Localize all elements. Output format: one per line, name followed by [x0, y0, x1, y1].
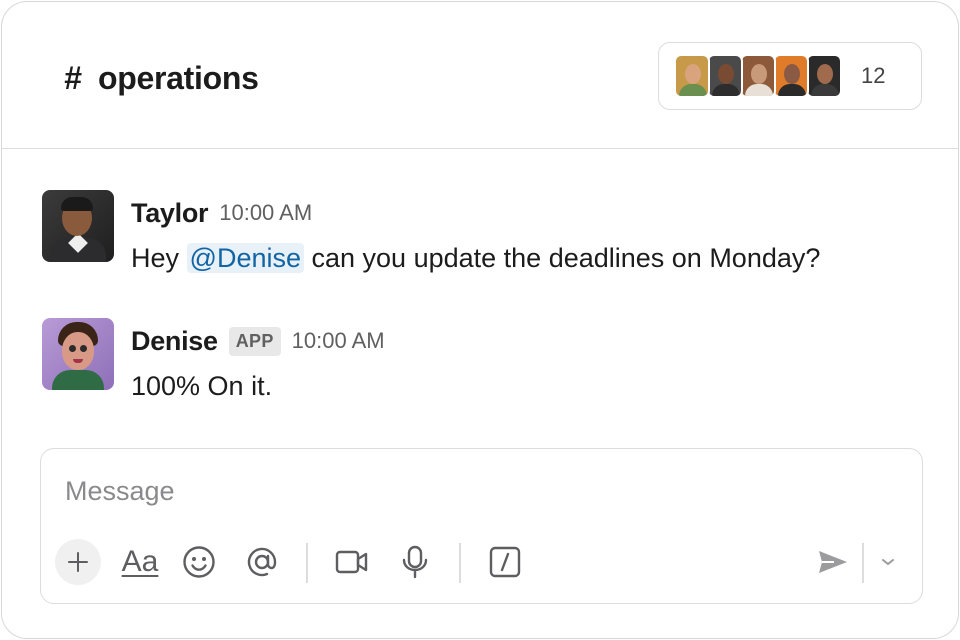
plus-icon[interactable]: [55, 539, 101, 585]
toolbar-divider: [862, 543, 864, 583]
toolbar-divider: [459, 543, 461, 583]
message-header: Taylor 10:00 AM: [131, 196, 312, 230]
user-mention[interactable]: @Denise: [186, 243, 304, 273]
emoji-icon[interactable]: [176, 539, 222, 585]
member-avatar: [740, 54, 776, 98]
shortcuts-slash-icon[interactable]: [482, 539, 528, 585]
message-composer: Aa: [40, 448, 923, 604]
message-text-after: can you update the deadlines on Monday?: [304, 243, 821, 273]
message-item: Taylor 10:00 AM Hey @Denise can you upda…: [42, 190, 922, 280]
member-avatar: [674, 54, 710, 98]
members-button[interactable]: 12: [658, 42, 922, 110]
member-avatar: [806, 54, 842, 98]
app-badge: APP: [228, 326, 281, 356]
channel-hash-icon: #: [64, 59, 82, 96]
message-author[interactable]: Denise: [131, 326, 218, 357]
message-header: Denise APP 10:00 AM: [131, 324, 385, 358]
message-text: Hey @Denise can you update the deadlines…: [131, 240, 820, 276]
channel-title[interactable]: # operations: [60, 56, 259, 100]
member-avatar: [707, 54, 743, 98]
video-icon[interactable]: [329, 539, 375, 585]
message-input[interactable]: [65, 471, 885, 511]
message-timestamp[interactable]: 10:00 AM: [292, 328, 385, 354]
mention-icon[interactable]: [239, 539, 285, 585]
channel-window: # operations 12 Taylor 10:00 AM Hey @Den…: [1, 1, 959, 639]
message-text: 100% On it.: [131, 371, 273, 401]
composer-toolbar: Aa: [53, 539, 913, 585]
message-text-before: Hey: [131, 243, 187, 273]
send-icon[interactable]: [810, 539, 856, 585]
member-count: 12: [861, 63, 886, 88]
formatting-button[interactable]: Aa: [117, 539, 163, 585]
channel-header: # operations 12: [2, 2, 958, 149]
chevron-down-icon[interactable]: [865, 539, 911, 585]
avatar-denise[interactable]: [42, 318, 114, 390]
channel-name: operations: [98, 59, 259, 96]
message-item: Denise APP 10:00 AM 100% On it.: [42, 318, 922, 408]
member-avatar: [773, 54, 809, 98]
avatar-taylor[interactable]: [42, 190, 114, 262]
formatting-icon: Aa: [121, 545, 159, 578]
microphone-icon[interactable]: [392, 539, 438, 585]
message-timestamp[interactable]: 10:00 AM: [219, 200, 312, 226]
member-avatar-stack: [674, 54, 842, 98]
toolbar-divider: [306, 543, 308, 583]
message-author[interactable]: Taylor: [131, 198, 209, 229]
